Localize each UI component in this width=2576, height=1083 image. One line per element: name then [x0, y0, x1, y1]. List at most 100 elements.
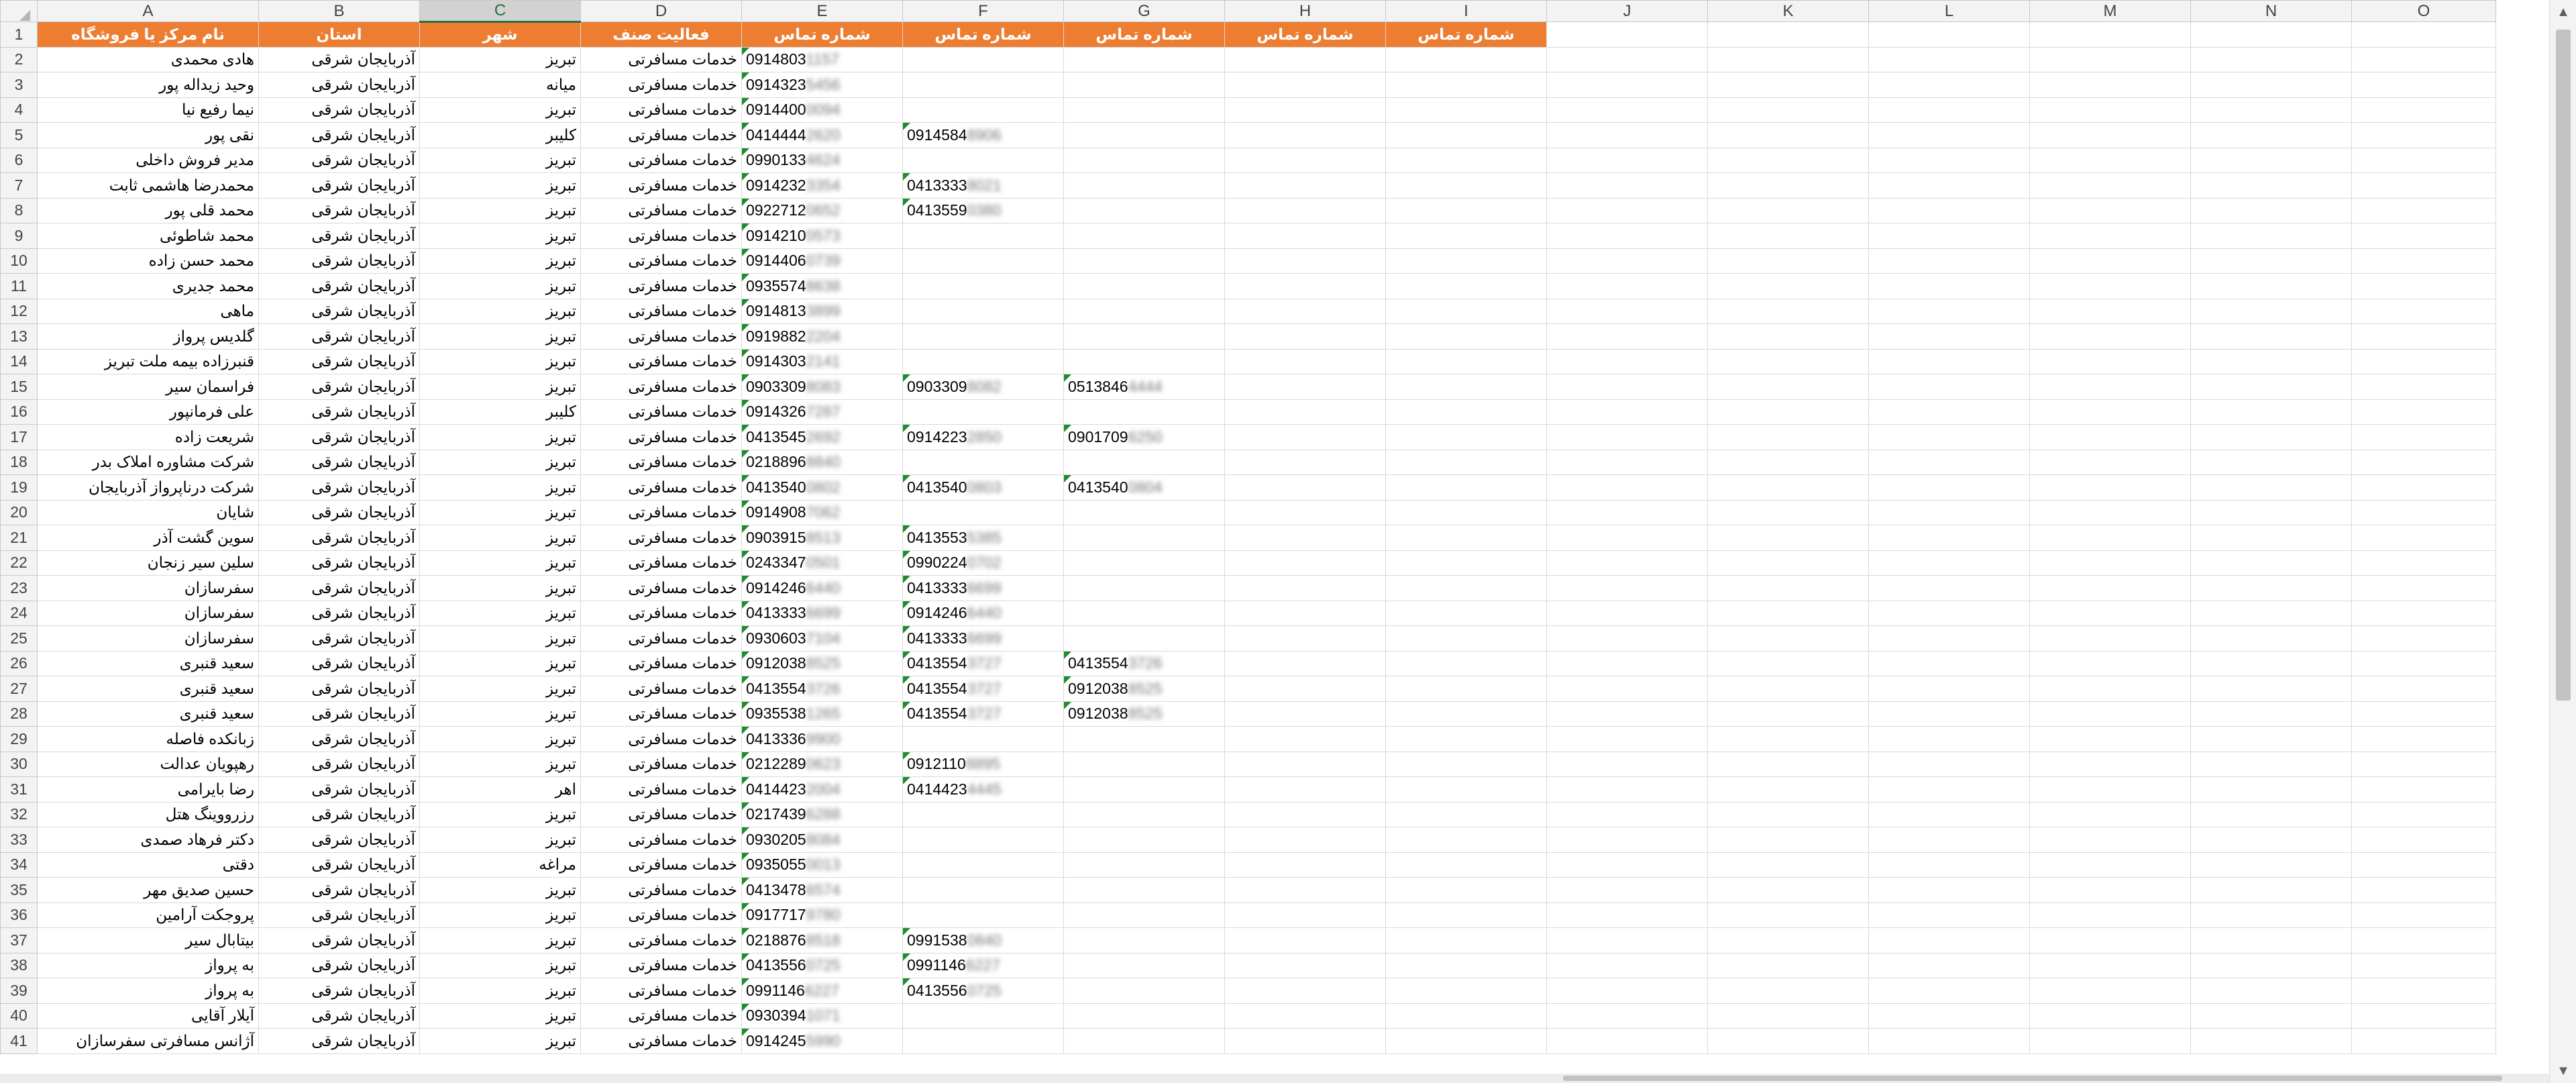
empty-cell[interactable] [2029, 374, 2191, 400]
phone-cell[interactable]: 09144000094 [741, 97, 903, 123]
phone-cell[interactable]: 09039158513 [741, 525, 903, 551]
activity-cell[interactable]: خدمات مسافرتی [580, 1028, 742, 1054]
empty-cell[interactable] [2351, 348, 2496, 374]
name-cell[interactable]: سعید قنبری [37, 676, 259, 702]
phone-cell[interactable]: 04135400804 [1063, 474, 1225, 501]
empty-cell[interactable] [1224, 952, 1386, 978]
city-cell[interactable]: کلیبر [419, 399, 581, 425]
activity-cell[interactable]: خدمات مسافرتی [580, 952, 742, 978]
empty-cell[interactable] [2190, 172, 2352, 199]
phone-cell[interactable] [1063, 1028, 1225, 1054]
horizontal-scrollbar[interactable] [0, 1074, 2549, 1083]
column-header-c[interactable]: C [419, 0, 581, 23]
phone-cell[interactable]: 04144442620 [741, 122, 903, 148]
phone-cell[interactable] [1063, 978, 1225, 1004]
province-cell[interactable]: آذربایجان شرقی [258, 877, 420, 903]
empty-cell[interactable] [1224, 827, 1386, 853]
province-cell[interactable]: آذربایجان شرقی [258, 650, 420, 676]
empty-cell[interactable] [1707, 223, 1869, 249]
province-cell[interactable]: آذربایجان شرقی [258, 726, 420, 752]
activity-cell[interactable]: خدمات مسافرتی [580, 927, 742, 953]
empty-cell[interactable] [1385, 1028, 1547, 1054]
province-cell[interactable]: آذربایجان شرقی [258, 374, 420, 400]
phone-cell[interactable] [1063, 726, 1225, 752]
empty-cell[interactable] [2190, 751, 2352, 777]
empty-cell[interactable] [1546, 676, 1708, 702]
empty-cell[interactable] [2351, 525, 2496, 551]
empty-cell[interactable] [2029, 726, 2191, 752]
province-cell[interactable]: آذربایجان شرقی [258, 273, 420, 299]
empty-cell[interactable] [1385, 877, 1547, 903]
name-cell[interactable]: پروجکت آرامین [37, 902, 259, 928]
name-cell[interactable]: محمد قلی پور [37, 197, 259, 223]
empty-cell[interactable] [1224, 348, 1386, 374]
city-cell[interactable]: تبریز [419, 298, 581, 324]
empty-cell[interactable] [1707, 273, 1869, 299]
phone-cell[interactable]: 09120388525 [1063, 701, 1225, 727]
empty-cell[interactable] [2190, 323, 2352, 350]
column-header-b[interactable]: B [258, 0, 420, 22]
name-cell[interactable]: رزرووینگ هتل [37, 801, 259, 827]
activity-cell[interactable]: خدمات مسافرتی [580, 776, 742, 803]
activity-cell[interactable]: خدمات مسافرتی [580, 172, 742, 199]
empty-cell[interactable] [1224, 525, 1386, 551]
empty-cell[interactable] [1385, 776, 1547, 803]
empty-cell[interactable] [2351, 877, 2496, 903]
province-cell[interactable]: آذربایجان شرقی [258, 1028, 420, 1054]
empty-cell[interactable] [1546, 248, 1708, 274]
empty-cell[interactable] [1546, 852, 1708, 878]
row-header[interactable]: 32 [0, 801, 38, 827]
empty-cell[interactable] [2029, 978, 2191, 1004]
phone-cell[interactable] [902, 223, 1064, 249]
column-header-o[interactable]: O [2351, 0, 2496, 22]
empty-cell[interactable] [1707, 827, 1869, 853]
empty-cell[interactable] [2029, 650, 2191, 676]
phone-cell[interactable]: 09177179780 [741, 902, 903, 928]
city-cell[interactable]: تبریز [419, 172, 581, 199]
empty-cell[interactable] [2029, 197, 2191, 223]
name-cell[interactable]: محمد جدیری [37, 273, 259, 299]
phone-cell[interactable] [902, 499, 1064, 525]
province-cell[interactable]: آذربایجان شرقی [258, 701, 420, 727]
city-cell[interactable]: تبریز [419, 625, 581, 652]
empty-cell[interactable] [1546, 1002, 1708, 1029]
phone-cell[interactable] [1063, 575, 1225, 601]
empty-cell[interactable] [1224, 701, 1386, 727]
phone-cell[interactable]: 04133338021 [902, 172, 1064, 199]
city-cell[interactable]: تبریز [419, 650, 581, 676]
row-header[interactable]: 12 [0, 298, 38, 324]
empty-cell[interactable] [1707, 650, 1869, 676]
empty-cell[interactable] [2190, 348, 2352, 374]
empty-cell[interactable] [2351, 952, 2496, 978]
empty-cell[interactable] [1707, 751, 1869, 777]
phone-cell[interactable] [1063, 952, 1225, 978]
vertical-scroll-thumb[interactable] [2556, 30, 2571, 701]
city-cell[interactable]: تبریز [419, 323, 581, 350]
empty-cell[interactable] [1868, 399, 2030, 425]
empty-cell[interactable] [1546, 348, 1708, 374]
empty-cell[interactable] [1707, 1028, 1869, 1054]
empty-cell[interactable] [1707, 776, 1869, 803]
empty-cell[interactable] [2029, 474, 2191, 501]
province-cell[interactable]: آذربایجان شرقی [258, 625, 420, 652]
activity-cell[interactable]: خدمات مسافرتی [580, 449, 742, 475]
phone-cell[interactable]: 04135560725 [741, 952, 903, 978]
province-cell[interactable]: آذربایجان شرقی [258, 827, 420, 853]
empty-cell[interactable] [1224, 298, 1386, 324]
empty-cell[interactable] [2190, 902, 2352, 928]
province-cell[interactable]: آذربایجان شرقی [258, 172, 420, 199]
empty-cell[interactable] [2029, 927, 2191, 953]
empty-cell[interactable] [1224, 1002, 1386, 1029]
empty-cell[interactable] [1546, 776, 1708, 803]
activity-cell[interactable]: خدمات مسافرتی [580, 550, 742, 576]
empty-cell[interactable] [1707, 852, 1869, 878]
city-cell[interactable]: اهر [419, 776, 581, 803]
empty-cell[interactable] [1546, 701, 1708, 727]
empty-cell[interactable] [2190, 72, 2352, 98]
empty-cell[interactable] [1385, 525, 1547, 551]
phone-cell[interactable] [902, 726, 1064, 752]
empty-cell[interactable] [1546, 801, 1708, 827]
city-cell[interactable]: تبریز [419, 147, 581, 173]
activity-cell[interactable]: خدمات مسافرتی [580, 298, 742, 324]
empty-cell[interactable] [2029, 525, 2191, 551]
